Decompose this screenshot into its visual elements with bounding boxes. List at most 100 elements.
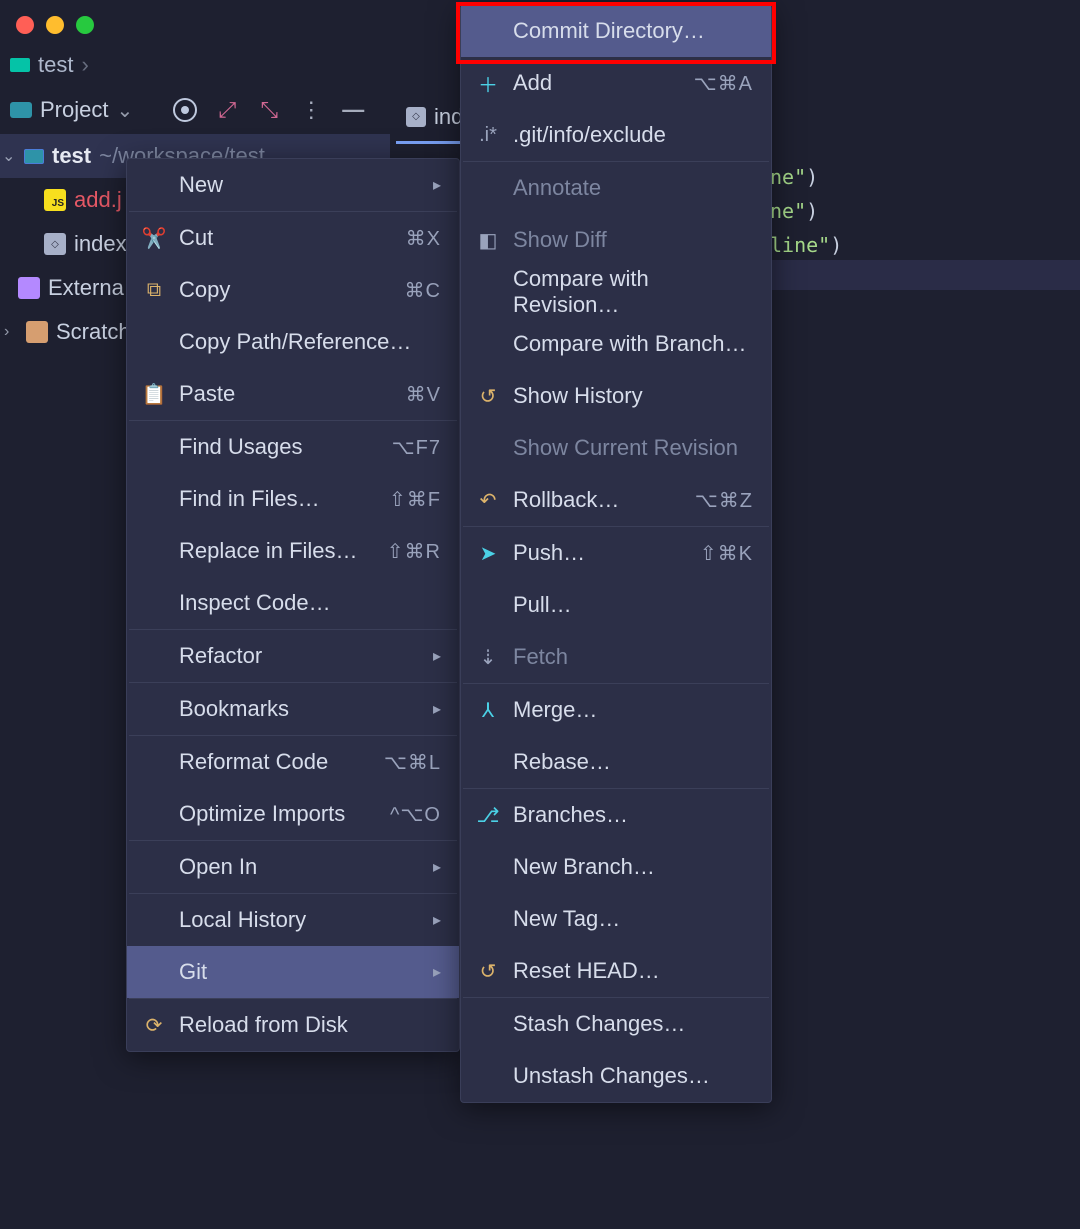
menu-item[interactable]: ✂️Cut⌘X — [127, 212, 459, 264]
menu-item[interactable]: Local History ▸ — [127, 894, 459, 946]
menu-item-shortcut: ⌘V — [406, 382, 441, 407]
tree-file-label: index — [74, 231, 127, 257]
menu-item[interactable]: Show Current Revision — [461, 422, 771, 474]
menu-item-label: Bookmarks — [179, 696, 421, 722]
menu-item[interactable]: Inspect Code… — [127, 577, 459, 629]
editor-content[interactable]: ne") ne") line") — [770, 160, 842, 262]
chevron-right-icon: ▸ — [433, 910, 441, 930]
menu-item[interactable]: New ▸ — [127, 159, 459, 211]
menu-item-label: Compare with Branch… — [513, 331, 753, 357]
menu-item[interactable]: ↺Show History — [461, 370, 771, 422]
menu-item-shortcut: ⌥F7 — [392, 435, 441, 460]
menu-item-label: New Branch… — [513, 854, 753, 880]
breadcrumb[interactable]: test › — [10, 52, 89, 78]
menu-item[interactable]: New Tag… — [461, 893, 771, 945]
menu-item[interactable]: Compare with Revision… — [461, 266, 771, 318]
close-window-icon[interactable] — [16, 16, 34, 34]
tree-scratches-label: Scratch — [56, 319, 131, 345]
fetch-icon: ⇣ — [475, 645, 501, 670]
menu-item-label: Refactor — [179, 643, 421, 669]
menu-item[interactable]: Refactor ▸ — [127, 630, 459, 682]
menu-item-label: Fetch — [513, 644, 753, 670]
menu-item[interactable]: Rebase… — [461, 736, 771, 788]
code-line: ne") — [770, 160, 842, 194]
select-opened-file-icon[interactable] — [173, 98, 197, 122]
menu-item[interactable]: ⎇Branches… — [461, 789, 771, 841]
menu-item[interactable]: ➤Push…⇧⌘K — [461, 527, 771, 579]
menu-item[interactable]: Optimize Imports^⌥O — [127, 788, 459, 840]
menu-item-label: Local History — [179, 907, 421, 933]
chevron-right-icon: ▸ — [433, 646, 441, 666]
context-menu: New▸✂️Cut⌘X⧉Copy⌘CCopy Path/Reference…📋P… — [126, 158, 460, 1052]
chevron-right-icon: › — [81, 52, 88, 78]
menu-item[interactable]: ↶Rollback…⌥⌘Z — [461, 474, 771, 526]
scratches-icon — [26, 321, 48, 343]
menu-item[interactable]: 📋Paste⌘V — [127, 368, 459, 420]
hide-icon[interactable]: — — [341, 97, 365, 123]
menu-item[interactable]: Open In▸ — [127, 841, 459, 893]
menu-item[interactable]: .i*.git/info/exclude — [461, 109, 771, 161]
menu-item-label: Paste — [179, 381, 394, 407]
menu-item-label: New — [179, 172, 421, 198]
menu-item[interactable]: Stash Changes… — [461, 998, 771, 1050]
menu-item-label: Optimize Imports — [179, 801, 378, 827]
menu-item[interactable]: Compare with Branch… — [461, 318, 771, 370]
code-line: ne") — [770, 194, 842, 228]
menu-item-shortcut: ⌥⌘L — [384, 750, 441, 775]
code-line: line") — [770, 228, 842, 262]
menu-item[interactable]: ＋Add⌥⌘A — [461, 57, 771, 109]
menu-item-shortcut: ⇧⌘K — [700, 541, 753, 566]
collapse-icon[interactable]: ⤡ — [257, 97, 281, 123]
rollback-icon: ↶ — [475, 488, 501, 513]
expand-indicator-icon: › — [4, 323, 18, 341]
more-icon[interactable]: ⋮ — [299, 97, 323, 123]
menu-item-label: Cut — [179, 225, 394, 251]
menu-item[interactable]: Pull… — [461, 579, 771, 631]
menu-item-label: Copy — [179, 277, 393, 303]
menu-item-label: Stash Changes… — [513, 1011, 753, 1037]
menu-item-shortcut: ⇧⌘F — [389, 487, 441, 512]
expand-indicator-icon: ⌄ — [2, 146, 16, 166]
menu-item[interactable]: ◧Show Diff — [461, 214, 771, 266]
minimize-window-icon[interactable] — [46, 16, 64, 34]
menu-item[interactable]: ⅄Merge… — [461, 684, 771, 736]
menu-item[interactable]: Find Usages ⌥F7 — [127, 421, 459, 473]
menu-item-label: Inspect Code… — [179, 590, 441, 616]
menu-item-label: New Tag… — [513, 906, 753, 932]
menu-item-label: Reload from Disk — [179, 1012, 441, 1038]
menu-item[interactable]: Git ▸ — [127, 946, 459, 998]
chevron-right-icon: ▸ — [433, 175, 441, 195]
expand-icon[interactable]: ⤢ — [215, 97, 239, 123]
menu-item[interactable]: ⇣ Fetch — [461, 631, 771, 683]
menu-item-shortcut: ⌥⌘Z — [695, 488, 753, 513]
html-file-icon: ◇ — [406, 107, 426, 127]
menu-item[interactable]: ⧉Copy⌘C — [127, 264, 459, 316]
menu-item[interactable]: Copy Path/Reference… — [127, 316, 459, 368]
menu-item[interactable]: Find in Files…⇧⌘F — [127, 473, 459, 525]
menu-item-shortcut: ⇧⌘R — [387, 539, 441, 564]
menu-item[interactable]: Replace in Files…⇧⌘R — [127, 525, 459, 577]
menu-item-label: Unstash Changes… — [513, 1063, 753, 1089]
menu-item[interactable]: ⟳Reload from Disk — [127, 999, 459, 1051]
menu-item[interactable]: ↺Reset HEAD… — [461, 945, 771, 997]
menu-item-label: Git — [179, 959, 421, 985]
menu-item-label: Push… — [513, 540, 688, 566]
chevron-right-icon: ▸ — [433, 962, 441, 982]
copy-icon: ⧉ — [141, 279, 167, 302]
maximize-window-icon[interactable] — [76, 16, 94, 34]
menu-item-label: Find Usages — [179, 434, 380, 460]
menu-item-label: Merge… — [513, 697, 753, 723]
menu-item[interactable]: Annotate — [461, 162, 771, 214]
menu-item-label: Show Diff — [513, 227, 753, 253]
project-selector[interactable]: Project ⌄ — [10, 97, 133, 123]
chevron-right-icon: ▸ — [433, 699, 441, 719]
folder-icon — [10, 58, 30, 72]
breadcrumb-root: test — [38, 52, 73, 78]
menu-item[interactable]: Bookmarks ▸ — [127, 683, 459, 735]
cut-icon: ✂️ — [141, 226, 167, 251]
menu-item-label: Copy Path/Reference… — [179, 329, 441, 355]
menu-item[interactable]: Unstash Changes… — [461, 1050, 771, 1102]
menu-item[interactable]: Commit Directory… — [461, 5, 771, 57]
menu-item[interactable]: Reformat Code⌥⌘L — [127, 736, 459, 788]
menu-item[interactable]: New Branch… — [461, 841, 771, 893]
